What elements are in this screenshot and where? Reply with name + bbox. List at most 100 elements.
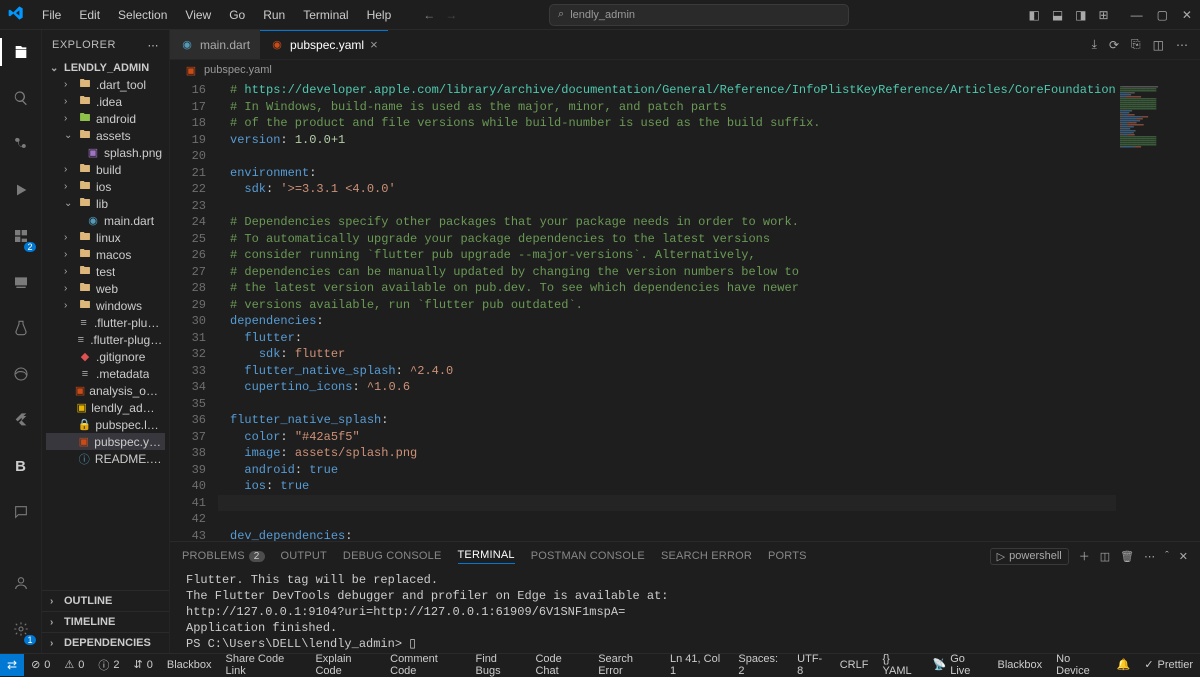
status-0[interactable]: ⚠0 (57, 658, 91, 671)
status-0[interactable]: ⊘0 (24, 658, 57, 671)
menu-run[interactable]: Run (255, 4, 293, 26)
tree-item-pubspec-yaml[interactable]: ▣pubspec.yaml (46, 433, 165, 450)
code-line[interactable]: color: "#42a5f5" (218, 429, 1116, 446)
chat-icon[interactable] (0, 498, 42, 526)
terminal-output[interactable]: Flutter. This tag will be replaced.The F… (170, 570, 1200, 653)
breadcrumb[interactable]: ▣ pubspec.yaml (170, 60, 1200, 80)
panel-tab-output[interactable]: OUTPUT (281, 550, 327, 562)
code-line[interactable]: cupertino_icons: ^1.0.6 (218, 379, 1116, 396)
status-go-live[interactable]: 📡Go Live (926, 653, 991, 677)
status-prettier[interactable]: ✓Prettier (1137, 658, 1200, 671)
link[interactable]: https://developer.apple.com/library/arch… (244, 83, 1116, 97)
tree-item-windows[interactable]: ›🖿windows (46, 297, 165, 314)
tree-item-lendly-admin-iml[interactable]: ▣lendly_admin.iml (46, 399, 165, 416)
tree-item--flutter-plugins[interactable]: ≡.flutter-plugins (46, 314, 165, 331)
minimize-button[interactable]: — (1131, 8, 1143, 22)
close-panel-icon[interactable]: ✕ (1179, 550, 1188, 563)
flutter-icon[interactable] (0, 406, 42, 434)
layout-right-icon[interactable]: ◨ (1075, 8, 1086, 22)
status-0[interactable]: ⇵0 (127, 658, 160, 671)
code-line[interactable]: # the latest version available on pub.de… (218, 280, 1116, 297)
tree-item-analysis-options-y---[interactable]: ▣analysis_options.y... (46, 382, 165, 399)
tree-item--metadata[interactable]: ≡.metadata (46, 365, 165, 382)
search-input[interactable]: ⌕ lendly_admin (549, 4, 849, 26)
code-line[interactable]: dependencies: (218, 313, 1116, 330)
panel-tab-problems[interactable]: PROBLEMS2 (182, 550, 265, 562)
maximize-panel-icon[interactable]: ˆ (1165, 550, 1169, 562)
code-line[interactable]: android: true (218, 462, 1116, 479)
status-2[interactable]: ⓘ2 (91, 657, 126, 673)
code-line[interactable]: # of the product and file versions while… (218, 115, 1116, 132)
panel-tab-postman-console[interactable]: POSTMAN CONSOLE (531, 550, 645, 562)
code-line[interactable]: # consider running `flutter pub upgrade … (218, 247, 1116, 264)
tree-item-splash-png[interactable]: ▣splash.png (46, 144, 165, 161)
menu-view[interactable]: View (177, 4, 219, 26)
run-debug-icon[interactable] (0, 176, 42, 204)
tree-item-android[interactable]: ›🖿android (46, 110, 165, 127)
explorer-icon[interactable] (0, 38, 42, 66)
code-line[interactable]: # To automatically upgrade your package … (218, 231, 1116, 248)
code-line[interactable]: flutter: (218, 330, 1116, 347)
extensions-icon[interactable]: 2 (0, 222, 42, 250)
settings-icon[interactable]: 1 (0, 615, 42, 643)
status-code-chat[interactable]: Code Chat (528, 653, 591, 677)
tree-item-linux[interactable]: ›🖿linux (46, 229, 165, 246)
search-icon[interactable] (0, 84, 42, 112)
status-comment-code[interactable]: Comment Code (383, 653, 468, 677)
more-icon[interactable]: ⋯ (148, 39, 160, 52)
code-line[interactable]: environment: (218, 165, 1116, 182)
code-line[interactable]: version: 1.0.0+1 (218, 132, 1116, 149)
testing-icon[interactable] (0, 314, 42, 342)
layout-bottom-icon[interactable]: ⬓ (1052, 8, 1063, 22)
diff-icon[interactable]: ⎘ (1131, 37, 1141, 52)
panel-tab-search-error[interactable]: SEARCH ERROR (661, 550, 752, 562)
code-line[interactable]: # dependencies can be manually updated b… (218, 264, 1116, 281)
tree-item-pubspec-lock[interactable]: 🔒pubspec.lock (46, 416, 165, 433)
edge-icon[interactable] (0, 360, 42, 388)
code-line[interactable] (218, 511, 1116, 528)
remote-explorer-icon[interactable] (0, 268, 42, 296)
shell-select[interactable]: ▷ powershell (990, 548, 1069, 565)
status-explain-code[interactable]: Explain Code (308, 653, 383, 677)
menu-selection[interactable]: Selection (110, 4, 175, 26)
status-blackbox[interactable]: Blackbox (160, 659, 219, 671)
tree-item-build[interactable]: ›🖿build (46, 161, 165, 178)
status-spaces--2[interactable]: Spaces: 2 (731, 653, 790, 677)
more-icon[interactable]: ⋯ (1144, 550, 1155, 563)
status-find-bugs[interactable]: Find Bugs (469, 653, 529, 677)
minimap[interactable]: ████████████████████████████████████████… (1116, 80, 1200, 541)
remote-indicator[interactable]: ⇄ (0, 654, 24, 676)
more-icon[interactable]: ⋯ (1176, 38, 1188, 52)
tree-item-macos[interactable]: ›🖿macos (46, 246, 165, 263)
kill-terminal-icon[interactable]: 🗑 (1120, 550, 1134, 563)
code-line[interactable]: image: assets/splash.png (218, 445, 1116, 462)
split-terminal-icon[interactable]: ◫ (1100, 550, 1110, 563)
code-line[interactable]: # Dependencies specify other packages th… (218, 214, 1116, 231)
panel-tab-debug-console[interactable]: DEBUG CONSOLE (343, 550, 442, 562)
section-dependencies[interactable]: ›DEPENDENCIES (42, 632, 169, 653)
code-line[interactable]: # versions available, run `flutter pub o… (218, 297, 1116, 314)
tree-item-main-dart[interactable]: ◉main.dart (46, 212, 165, 229)
tree-item-ios[interactable]: ›🖿ios (46, 178, 165, 195)
nav-back-icon[interactable]: ← (423, 8, 435, 22)
status-no-device[interactable]: No Device (1049, 653, 1110, 677)
folder-root[interactable]: ⌄ LENDLY_ADMIN (42, 60, 169, 76)
menu-go[interactable]: Go (221, 4, 253, 26)
close-button[interactable]: ✕ (1182, 8, 1192, 22)
layout-left-icon[interactable]: ◧ (1028, 8, 1039, 22)
tree-item--idea[interactable]: ›🖿.idea (46, 93, 165, 110)
nav-forward-icon[interactable]: → (445, 8, 457, 22)
menu-edit[interactable]: Edit (71, 4, 108, 26)
tree-item--dart-tool[interactable]: ›🖿.dart_tool (46, 76, 165, 93)
tab-main-dart[interactable]: ◉main.dart (170, 30, 260, 59)
split-icon[interactable]: ◫ (1153, 38, 1164, 52)
tab-pubspec-yaml[interactable]: ◉pubspec.yaml× (260, 30, 388, 59)
download-icon[interactable]: ⤓ (1092, 37, 1097, 52)
code-line[interactable] (218, 198, 1116, 215)
menu-file[interactable]: File (34, 4, 69, 26)
maximize-button[interactable]: ▢ (1157, 8, 1168, 22)
source-control-icon[interactable] (0, 130, 42, 158)
layout-grid-icon[interactable]: ⊞ (1099, 8, 1109, 22)
code-line[interactable]: flutter_native_splash: ^2.4.0 (218, 363, 1116, 380)
tree-item-readme-md[interactable]: ⓘREADME.md (46, 450, 165, 467)
